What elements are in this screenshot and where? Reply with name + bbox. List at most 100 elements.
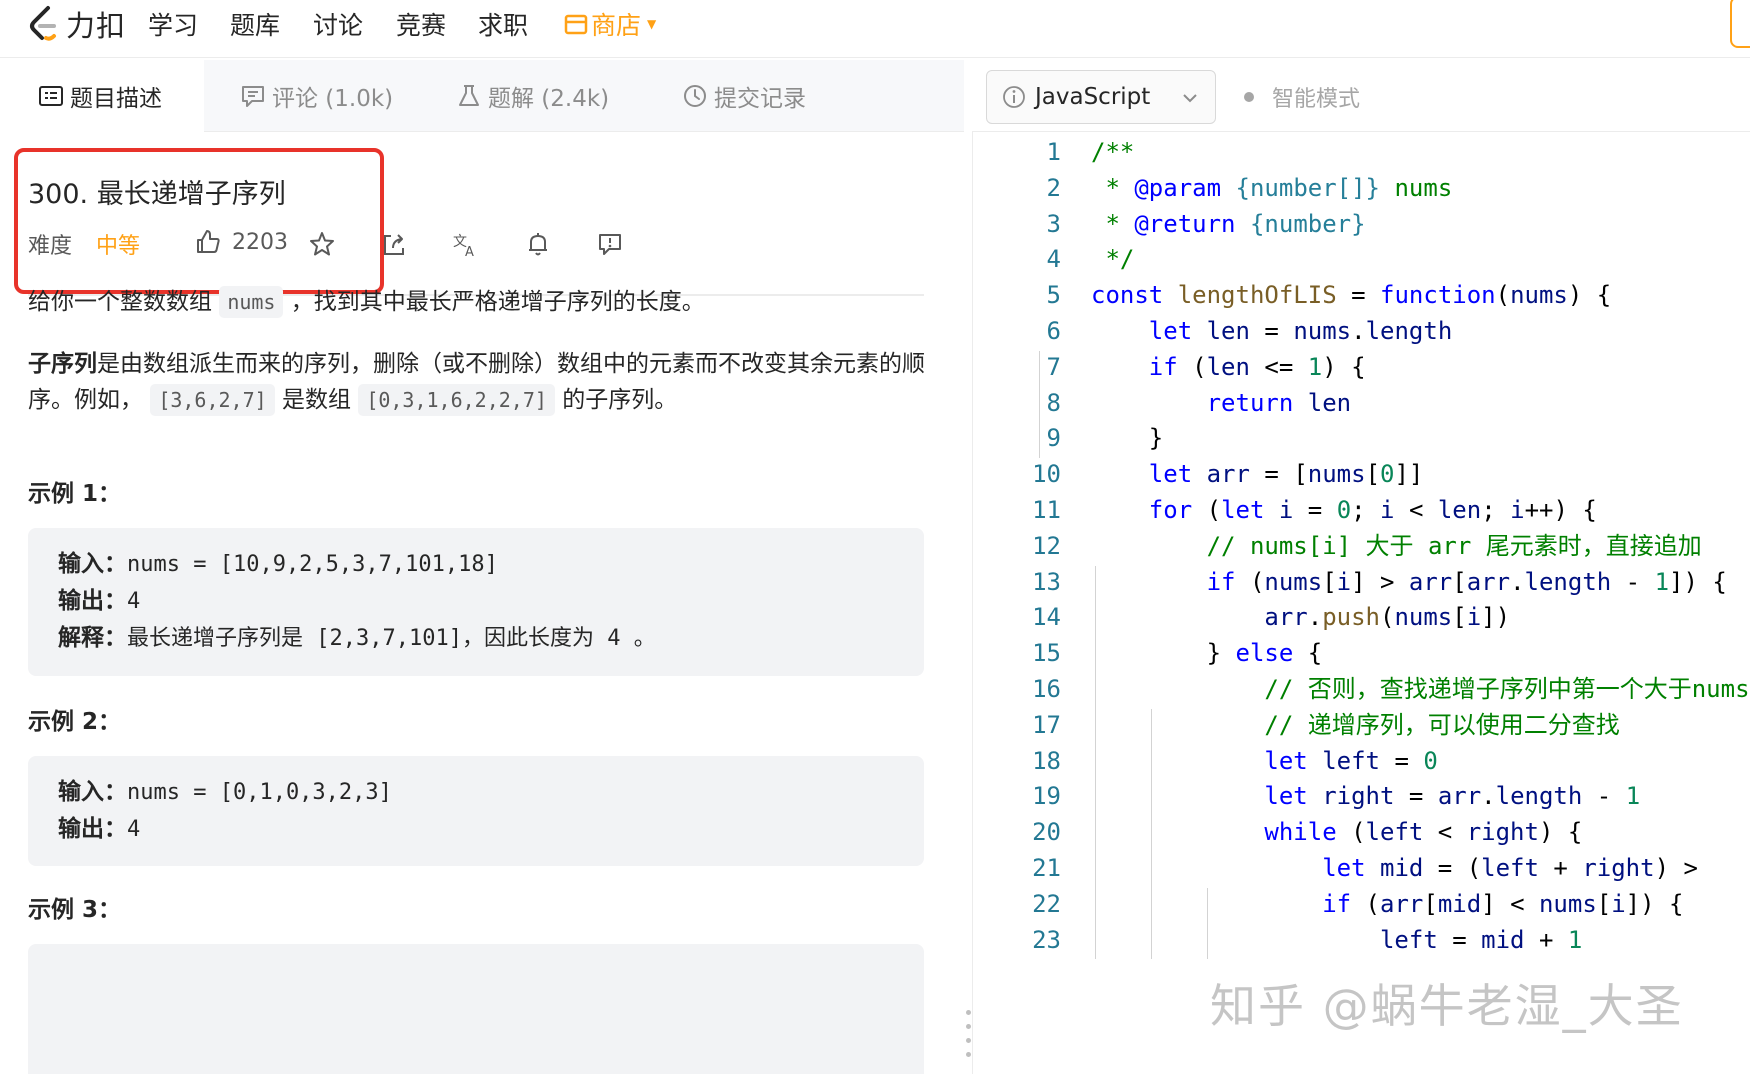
code-line[interactable]: 6 let len = nums.length bbox=[973, 311, 1750, 351]
nav-contest[interactable]: 竞赛 bbox=[396, 6, 446, 42]
code-line[interactable]: 16 // 否则，查找递增子序列中第一个大于nums[i] bbox=[973, 669, 1750, 709]
example-1-input: 输入：nums = [10,9,2,5,3,7,101,18] bbox=[58, 546, 894, 583]
line-number: 7 bbox=[1046, 352, 1061, 381]
code-text: arr.push(nums[i]) bbox=[1264, 603, 1511, 632]
output-label: 输出： bbox=[58, 588, 127, 614]
code-line[interactable]: 5 const lengthOfLIS = function(nums) { bbox=[973, 275, 1750, 315]
tab-comments-label: 评论 (1.0k) bbox=[272, 86, 394, 112]
code-line[interactable]: 13 if (nums[i] > arr[arr.length - 1]) { bbox=[973, 562, 1750, 602]
like-button[interactable]: 2203 bbox=[194, 228, 288, 256]
logo-text: 力扣 bbox=[66, 9, 127, 43]
description-icon bbox=[39, 86, 63, 106]
tab-solutions-label: 题解 (2.4k) bbox=[488, 86, 610, 112]
code-line[interactable]: 18 let left = 0 bbox=[973, 741, 1750, 781]
example-1-title: 示例 1： bbox=[28, 481, 122, 507]
code-text: return len bbox=[1206, 388, 1352, 417]
smart-mode-toggle[interactable]: 智能模式 bbox=[1244, 70, 1360, 124]
problem-paragraph-1: 给你一个整数数组 nums ，找到其中最长严格递增子序列的长度。 bbox=[28, 284, 928, 320]
language-select[interactable]: JavaScript bbox=[986, 70, 1216, 124]
code-text: left = mid + 1 bbox=[1379, 925, 1583, 954]
star-icon[interactable] bbox=[308, 230, 336, 258]
para1-text-a: 给你一个整数数组 bbox=[28, 289, 212, 315]
tab-submissions[interactable]: 提交记录 bbox=[682, 60, 806, 132]
code-line[interactable]: 20 while (left < right) { bbox=[973, 812, 1750, 852]
output-value: 4 bbox=[127, 589, 141, 614]
code-text: let left = 0 bbox=[1264, 746, 1438, 775]
indent-guide bbox=[1039, 350, 1040, 459]
code-line[interactable]: 1 /** bbox=[973, 132, 1750, 172]
code-line[interactable]: 2 * @param {number[]} nums bbox=[973, 168, 1750, 208]
svg-text:A: A bbox=[465, 245, 474, 258]
difficulty-label: 难度 bbox=[28, 234, 73, 259]
code-editor[interactable]: 1/** 2 * @param {number[]} nums 3 * @retur… bbox=[972, 132, 1750, 1074]
nav-learn[interactable]: 学习 bbox=[148, 6, 198, 42]
code-line[interactable]: 9 } bbox=[973, 418, 1750, 458]
indent-guide bbox=[1151, 708, 1152, 960]
code-text: // 递增序列，可以使用二分查找 bbox=[1091, 710, 1620, 739]
code-line[interactable]: 14 arr.push(nums[i]) bbox=[973, 597, 1750, 637]
code-line[interactable]: 12 // nums[i] 大于 arr 尾元素时，直接追加 bbox=[973, 526, 1750, 566]
watermark: 知乎 @蜗牛老湿_大圣 bbox=[1210, 979, 1684, 1033]
code-line[interactable]: 23 left = mid + 1 bbox=[973, 920, 1750, 960]
line-number: 17 bbox=[1032, 710, 1061, 739]
example-2-output: 输出：4 bbox=[58, 811, 894, 848]
code-text: */ bbox=[1091, 245, 1135, 274]
line-number: 21 bbox=[1032, 854, 1061, 882]
example-1-box: 输入：nums = [10,9,2,5,3,7,101,18] 输出：4 解释：… bbox=[28, 528, 924, 676]
code-line[interactable]: 11 for (let i = 0; i < len; i++) { bbox=[973, 490, 1750, 530]
inline-code-example-array: [0,3,1,6,2,2,7] bbox=[358, 384, 555, 416]
code-text: let right = arr.length - 1 bbox=[1264, 782, 1641, 811]
edge-button[interactable] bbox=[1730, 0, 1750, 48]
code-line[interactable]: 10 let arr = [nums[0]] bbox=[973, 454, 1750, 494]
feedback-icon[interactable] bbox=[596, 230, 624, 258]
code-text: let arr = [nums[0]] bbox=[1148, 460, 1424, 489]
example-1-output: 输出：4 bbox=[58, 583, 894, 620]
code-line[interactable]: 19 let right = arr.length - 1 bbox=[973, 776, 1750, 816]
explain-code: [2,3,7,101] bbox=[303, 626, 462, 651]
mode-dot-icon bbox=[1244, 92, 1254, 102]
line-number: 20 bbox=[1032, 818, 1061, 847]
code-text: } bbox=[1091, 424, 1164, 453]
inline-code-example-subseq: [3,6,2,7] bbox=[150, 384, 275, 416]
bell-icon[interactable] bbox=[524, 230, 552, 258]
translate-icon[interactable]: 文 A bbox=[452, 230, 480, 258]
code-line[interactable]: 8 return len bbox=[973, 383, 1750, 423]
output-label: 输出： bbox=[58, 816, 127, 842]
para2-text-c: 的子序列。 bbox=[562, 387, 678, 413]
nav-discuss[interactable]: 讨论 bbox=[313, 6, 363, 42]
line-number: 18 bbox=[1032, 746, 1061, 775]
line-number: 15 bbox=[1032, 639, 1061, 668]
line-number: 12 bbox=[1032, 531, 1061, 560]
code-line[interactable]: 4 */ bbox=[973, 239, 1750, 279]
code-text: let mid = (left + right) > bbox=[1322, 854, 1698, 882]
line-number: 9 bbox=[1046, 424, 1061, 453]
example-2-box: 输入：nums = [0,1,0,3,2,3] 输出：4 bbox=[28, 756, 924, 866]
line-number: 8 bbox=[1046, 388, 1061, 417]
code-line[interactable]: 7 if (len <= 1) { bbox=[973, 347, 1750, 387]
input-value: nums = [10,9,2,5,3,7,101,18] bbox=[127, 552, 498, 577]
line-number: 10 bbox=[1032, 460, 1061, 489]
annotation-highlight-box bbox=[14, 148, 384, 294]
leetcode-logo[interactable]: 力扣 bbox=[26, 2, 126, 46]
smart-mode-label: 智能模式 bbox=[1272, 87, 1361, 112]
share-icon[interactable] bbox=[380, 230, 408, 258]
code-line[interactable]: 17 // 递增序列，可以使用二分查找 bbox=[973, 705, 1750, 745]
code-text: if (arr[mid] < nums[i]) { bbox=[1322, 889, 1684, 918]
code-line[interactable]: 22 if (arr[mid] < nums[i]) { bbox=[973, 884, 1750, 924]
code-line[interactable]: 15 } else { bbox=[973, 633, 1750, 673]
problem-tabs: 题目描述 评论 (1.0k) 题解 (2.4k) 提交记录 bbox=[0, 60, 964, 132]
code-text: for (let i = 0; i < len; i++) { bbox=[1148, 496, 1597, 524]
tab-comments[interactable]: 评论 (1.0k) bbox=[240, 60, 393, 132]
nav-store[interactable]: 商店 ▼ bbox=[564, 6, 656, 42]
code-line[interactable]: 3 * @return {number} bbox=[973, 204, 1750, 244]
tab-solutions[interactable]: 题解 (2.4k) bbox=[456, 60, 609, 132]
nav-jobs[interactable]: 求职 bbox=[478, 6, 528, 42]
para2-text-b: 是数组 bbox=[282, 387, 351, 413]
thumbs-up-icon bbox=[197, 230, 220, 253]
code-text: * @param {number[]} nums bbox=[1091, 173, 1453, 202]
nav-problems[interactable]: 题库 bbox=[230, 6, 280, 42]
tab-description[interactable]: 题目描述 bbox=[0, 60, 204, 132]
example-3-title: 示例 3： bbox=[28, 897, 122, 923]
code-line[interactable]: 21 let mid = (left + right) > bbox=[973, 848, 1750, 888]
store-icon bbox=[564, 14, 588, 35]
